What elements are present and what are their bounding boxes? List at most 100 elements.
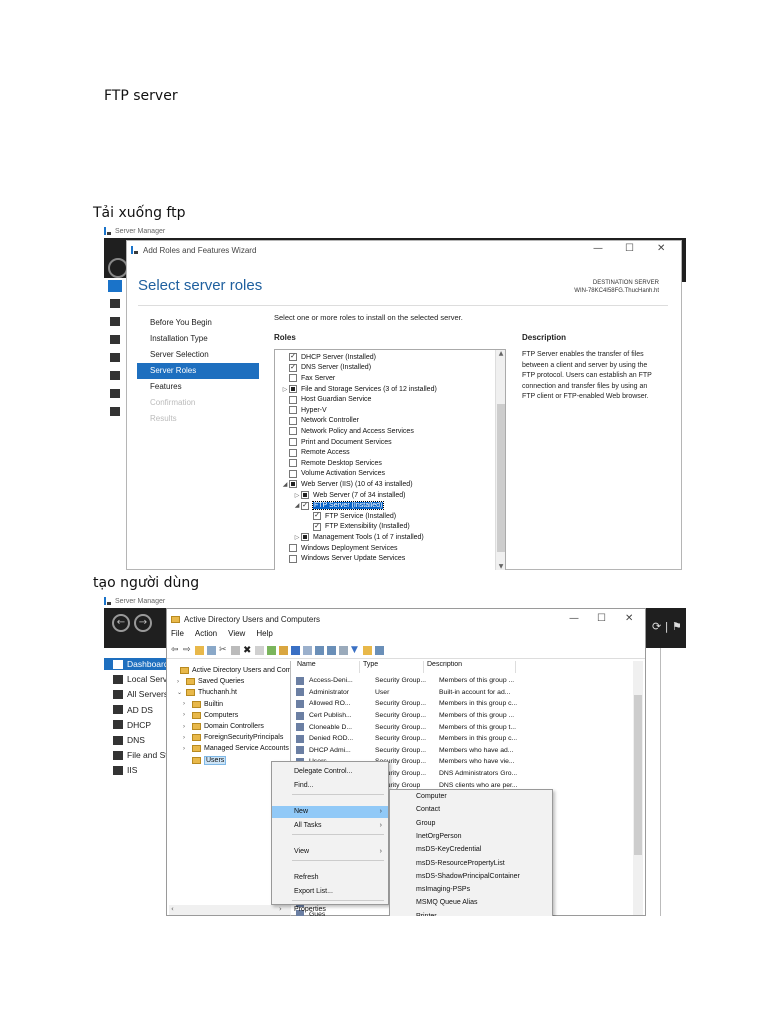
ad-ds-icon[interactable]	[110, 335, 120, 344]
role-item[interactable]: ✓ DHCP Server (Installed)	[281, 352, 376, 363]
menu-item[interactable]: View	[228, 629, 245, 642]
role-checkbox[interactable]: ✓	[301, 501, 309, 510]
role-checkbox[interactable]	[289, 374, 297, 383]
sidebar-item[interactable]: All Servers	[104, 688, 166, 700]
expand-toggle-icon[interactable]: ◢	[281, 481, 289, 488]
new-user-icon[interactable]	[315, 646, 324, 655]
cut-icon[interactable]: ✂	[219, 646, 228, 655]
role-checkbox[interactable]	[289, 385, 297, 394]
back-arrow-icon[interactable]: ←	[112, 614, 130, 632]
context-menu-item[interactable]: Export List...	[272, 886, 388, 898]
role-item[interactable]: Remote Desktop Services	[281, 458, 382, 469]
scroll-up-icon[interactable]: ▲	[496, 350, 505, 357]
table-row[interactable]: Access-Deni... Security Group... Members o…	[294, 675, 528, 687]
role-item[interactable]: ✓ FTP Extensibility (Installed)	[305, 522, 410, 533]
submenu-item[interactable]: msDS-ResourcePropertyList	[390, 857, 552, 870]
tree-toggle-icon[interactable]: ›	[177, 679, 183, 685]
new-group-icon[interactable]	[327, 646, 336, 655]
scroll-left-icon[interactable]: ‹	[171, 905, 174, 913]
wizard-step[interactable]: Server Selection	[137, 347, 259, 363]
tree-toggle-icon[interactable]: ›	[183, 735, 189, 741]
scroll-down-icon[interactable]: ▼	[496, 563, 505, 570]
role-checkbox[interactable]	[301, 491, 309, 500]
maximize-icon[interactable]: ☐	[625, 243, 634, 254]
role-item[interactable]: ✓ DNS Server (Installed)	[281, 363, 371, 374]
table-row[interactable]: Cloneable D... Security Group... Members o…	[294, 721, 528, 733]
add-to-group-icon[interactable]	[363, 646, 372, 655]
local-server-icon[interactable]	[110, 299, 120, 308]
file-storage-icon[interactable]	[110, 389, 120, 398]
role-checkbox[interactable]: ✓	[289, 363, 297, 372]
sidebar-item[interactable]: IIS	[104, 764, 166, 776]
list-scrollbar[interactable]	[633, 661, 643, 915]
roles-list[interactable]: ▲ ▼ ✓ DHCP Server (Installed) ✓ DNS Server …	[274, 349, 506, 570]
table-row[interactable]: Cert Publish... Security Group... Members …	[294, 710, 528, 722]
role-item[interactable]: ◢ Web Server (IIS) (10 of 43 installed)	[281, 479, 413, 490]
role-item[interactable]: ▷ Web Server (7 of 34 installed)	[293, 490, 405, 501]
role-item[interactable]: Windows Deployment Services	[281, 543, 397, 554]
delete-icon[interactable]: ✖	[243, 646, 252, 656]
up-folder-icon[interactable]	[195, 646, 204, 655]
role-item[interactable]: ◢ ✓ FTP Server (Installed)	[293, 500, 385, 511]
tree-toggle-icon[interactable]: ›	[183, 701, 189, 707]
expand-toggle-icon[interactable]: ◢	[293, 502, 301, 509]
tree-node[interactable]: › Domain Controllers	[183, 721, 264, 732]
context-menu-item[interactable]: Find...	[272, 780, 388, 792]
table-row[interactable]: Allowed RO... Security Group... Members in…	[294, 698, 528, 710]
dashboard-icon[interactable]	[108, 280, 122, 292]
all-servers-icon[interactable]	[110, 317, 120, 326]
submenu-item[interactable]: Computer	[390, 790, 552, 803]
roles-scrollbar[interactable]: ▲ ▼	[495, 350, 505, 570]
submenu-item[interactable]: msImaging-PSPs	[390, 883, 552, 896]
back-icon[interactable]: ⇦	[171, 646, 180, 655]
context-menu-item[interactable]: Refresh	[272, 872, 388, 884]
context-menu-item[interactable]: Properties	[272, 904, 388, 916]
sidebar-item[interactable]: Local Server	[104, 673, 166, 685]
forward-icon[interactable]: ⇨	[183, 646, 192, 655]
tree-toggle-icon[interactable]: ›	[183, 712, 189, 718]
refresh-icon[interactable]: ⟳	[652, 620, 661, 633]
maximize-icon[interactable]: ☐	[597, 613, 606, 624]
wizard-step[interactable]: Installation Type	[137, 331, 259, 347]
tree-node[interactable]: › Managed Service Accounts	[183, 743, 289, 754]
back-arrow-icon[interactable]	[108, 258, 128, 278]
wizard-step[interactable]: Server Roles	[137, 363, 259, 379]
role-checkbox[interactable]	[289, 406, 297, 415]
tree-toggle-icon[interactable]: ›	[183, 724, 189, 730]
copy-icon[interactable]	[231, 646, 240, 655]
dns-icon[interactable]	[110, 371, 120, 380]
role-checkbox[interactable]	[289, 448, 297, 457]
refresh-icon[interactable]	[267, 646, 276, 655]
role-checkbox[interactable]	[289, 438, 297, 447]
tree-node[interactable]: Users	[183, 755, 227, 766]
sidebar-item[interactable]: DNS	[104, 734, 166, 746]
tree-toggle-icon[interactable]: ⌄	[177, 689, 183, 696]
role-item[interactable]: Host Guardian Service	[281, 394, 371, 405]
menu-item[interactable]: File	[171, 629, 184, 642]
role-item[interactable]: ▷ File and Storage Services (3 of 12 inst…	[281, 384, 437, 395]
scrollbar-thumb[interactable]	[497, 404, 505, 552]
submenu-item[interactable]: Printer	[390, 910, 552, 916]
expand-toggle-icon[interactable]: ▷	[293, 492, 301, 499]
new-ou-icon[interactable]	[339, 646, 348, 655]
export-icon[interactable]	[279, 646, 288, 655]
role-item[interactable]: Network Controller	[281, 416, 359, 427]
sidebar-item[interactable]: Dashboard	[104, 658, 166, 670]
help-icon[interactable]	[291, 646, 300, 655]
role-item[interactable]: ✓ FTP Service (Installed)	[305, 511, 396, 522]
role-item[interactable]: Volume Activation Services	[281, 469, 385, 480]
role-checkbox[interactable]	[289, 544, 297, 553]
menu-item[interactable]: Action	[195, 629, 217, 642]
show-tree-icon[interactable]	[207, 646, 216, 655]
context-menu-item[interactable]: New ›	[272, 806, 388, 818]
sidebar-item[interactable]: File and Storage Services	[104, 749, 166, 761]
table-row[interactable]: Denied ROD... Security Group... Members in…	[294, 733, 528, 745]
context-menu-item[interactable]: Delegate Control...	[272, 766, 388, 778]
submenu-item[interactable]: msDS-KeyCredential	[390, 843, 552, 856]
close-icon[interactable]: ✕	[625, 613, 633, 624]
role-item[interactable]: Print and Document Services	[281, 437, 392, 448]
role-checkbox[interactable]: ✓	[313, 512, 321, 521]
role-checkbox[interactable]	[289, 395, 297, 404]
context-menu-item[interactable]: All Tasks ›	[272, 820, 388, 832]
column-header[interactable]: Type	[360, 661, 424, 673]
